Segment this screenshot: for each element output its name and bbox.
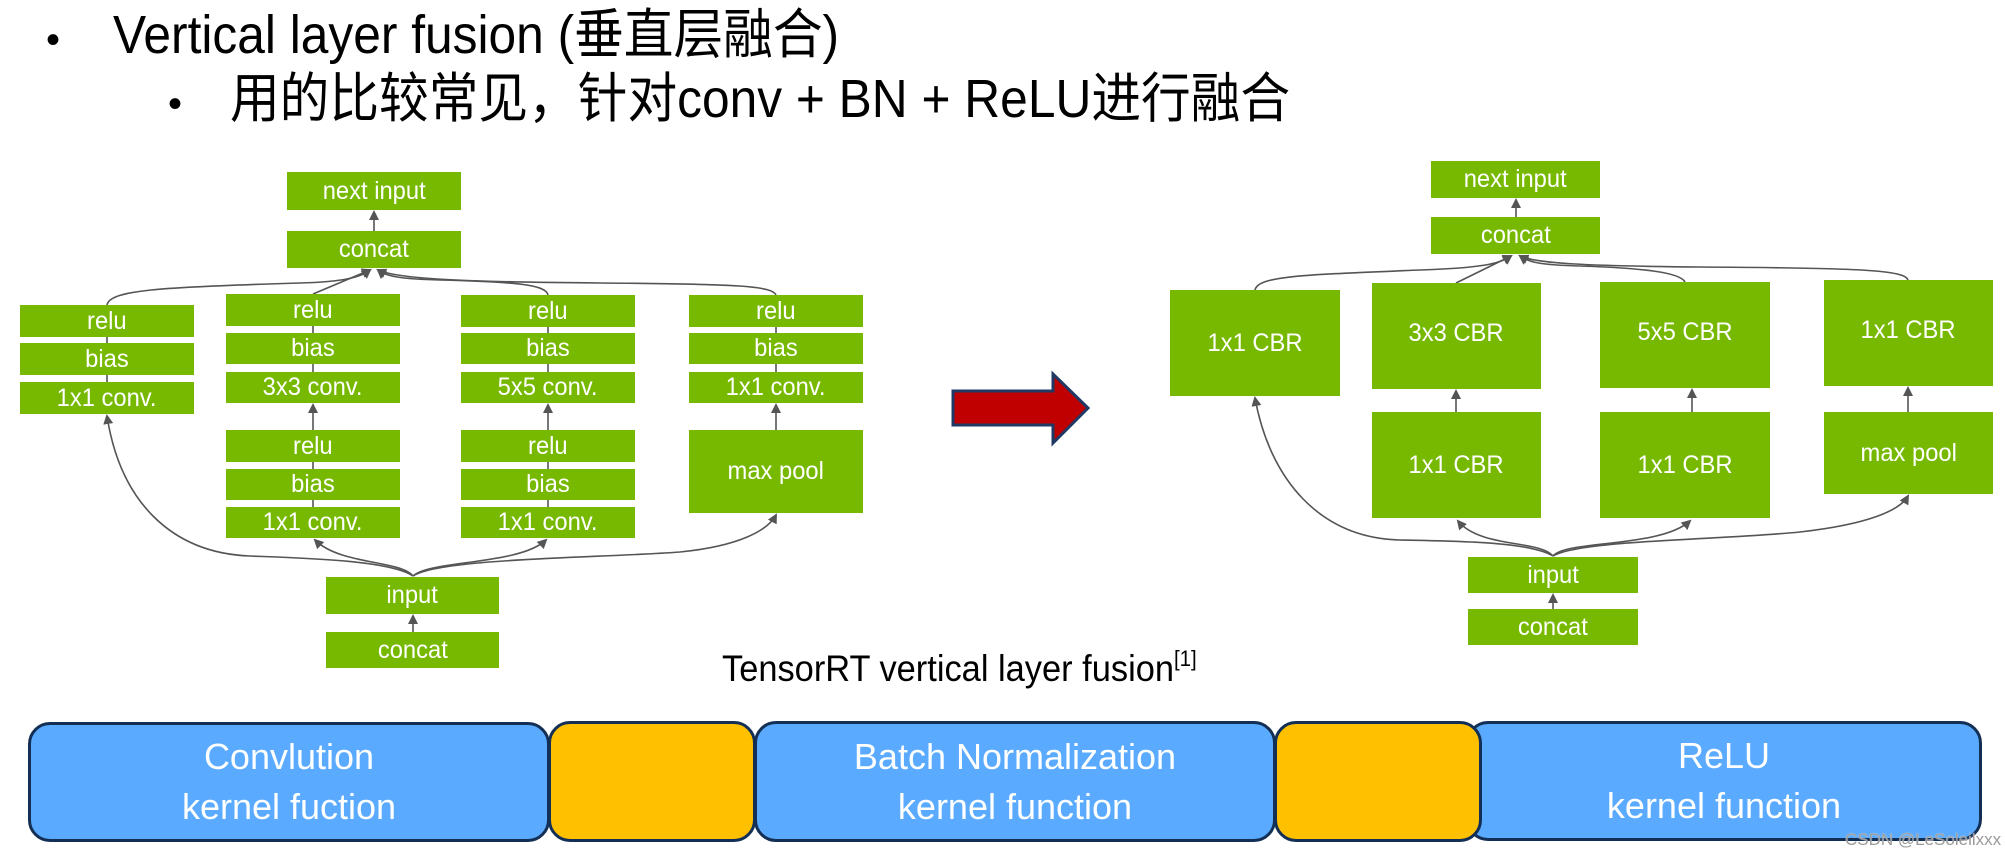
left-b3-relu-node: relu [461,295,635,327]
right-b4-maxpool-node: max pool [1824,412,1993,494]
left-b4-relu-node: relu [689,295,863,327]
right-b3-cbr5x5-node: 5x5 CBR [1600,282,1770,388]
gap-box-1 [548,721,756,842]
bn-kernel-line1: Batch Normalization [853,735,1177,777]
edge-right-b3-concat [1518,254,1686,283]
figure-caption: TensorRT vertical layer fusion[1] [722,646,1197,690]
left-b1-relu-node: relu [20,305,194,337]
gap-box-2 [1274,721,1482,842]
left-b1-conv-node: 1x1 conv. [20,382,194,414]
watermark: CSDN @LeSoleilxxx [1845,830,2002,849]
left-concat-bottom-node: concat [326,632,499,668]
right-b2-lower-cbr-node: 1x1 CBR [1372,412,1541,518]
conv-kernel-line2: kernel fuction [181,786,397,827]
right-concat-bottom-node: concat [1468,609,1638,645]
edge-right-b2-concat [1455,255,1513,284]
right-next-input-node: next input [1431,161,1600,198]
right-concat-top-node: concat [1431,217,1600,254]
left-b3-lower-relu-node: relu [461,430,635,462]
right-b4-cbr-node: 1x1 CBR [1824,280,1993,386]
left-b1-bias-node: bias [20,343,194,375]
left-b3-bias-node: bias [461,333,635,364]
left-b3-conv5x5-node: 5x5 conv. [461,372,635,403]
right-input-node: input [1468,557,1638,593]
left-b3-lower-conv-node: 1x1 conv. [461,507,635,538]
left-b2-lower-relu-node: relu [226,430,400,462]
left-b2-conv3x3-node: 3x3 conv. [226,372,400,403]
edge-left-input-b3 [412,538,548,577]
conv-kernel-box: Convlution kernel fuction [28,722,550,842]
right-b3-lower-cbr-node: 1x1 CBR [1600,412,1770,518]
edge-right-input-b3 [1552,519,1692,557]
right-b1-cbr-node: 1x1 CBR [1170,290,1340,396]
edge-left-input-b2 [313,538,414,577]
caption-reference[interactable]: [1] [1174,646,1197,671]
relu-kernel-line2: kernel function [1606,785,1842,826]
left-b3-lower-bias-node: bias [461,469,635,500]
right-b2-cbr3x3-node: 3x3 CBR [1372,283,1541,389]
caption-text: TensorRT vertical layer fusion [722,648,1174,689]
left-input-node: input [326,577,499,614]
left-b2-bias-node: bias [226,333,400,364]
left-b2-relu-node: relu [226,294,400,326]
right-arrow-icon [951,370,1091,447]
relu-kernel-line1: ReLU [1677,735,1771,776]
bn-kernel-line2: kernel function [897,785,1133,827]
bn-kernel-box: Batch Normalization kernel function [754,721,1276,842]
edge-left-b4-concat [376,268,777,296]
edge-right-b4-concat [1518,254,1909,281]
left-b4-conv-node: 1x1 conv. [689,372,863,403]
left-concat-top-node: concat [287,231,461,268]
left-b2-lower-conv-node: 1x1 conv. [226,507,400,538]
conv-kernel-line1: Convlution [203,736,375,777]
left-b4-maxpool-node: max pool [689,430,863,513]
left-b2-lower-bias-node: bias [226,469,400,500]
left-b4-bias-node: bias [689,333,863,364]
relu-kernel-box: ReLU kernel function [1466,721,1982,841]
left-next-input-node: next input [287,172,461,210]
